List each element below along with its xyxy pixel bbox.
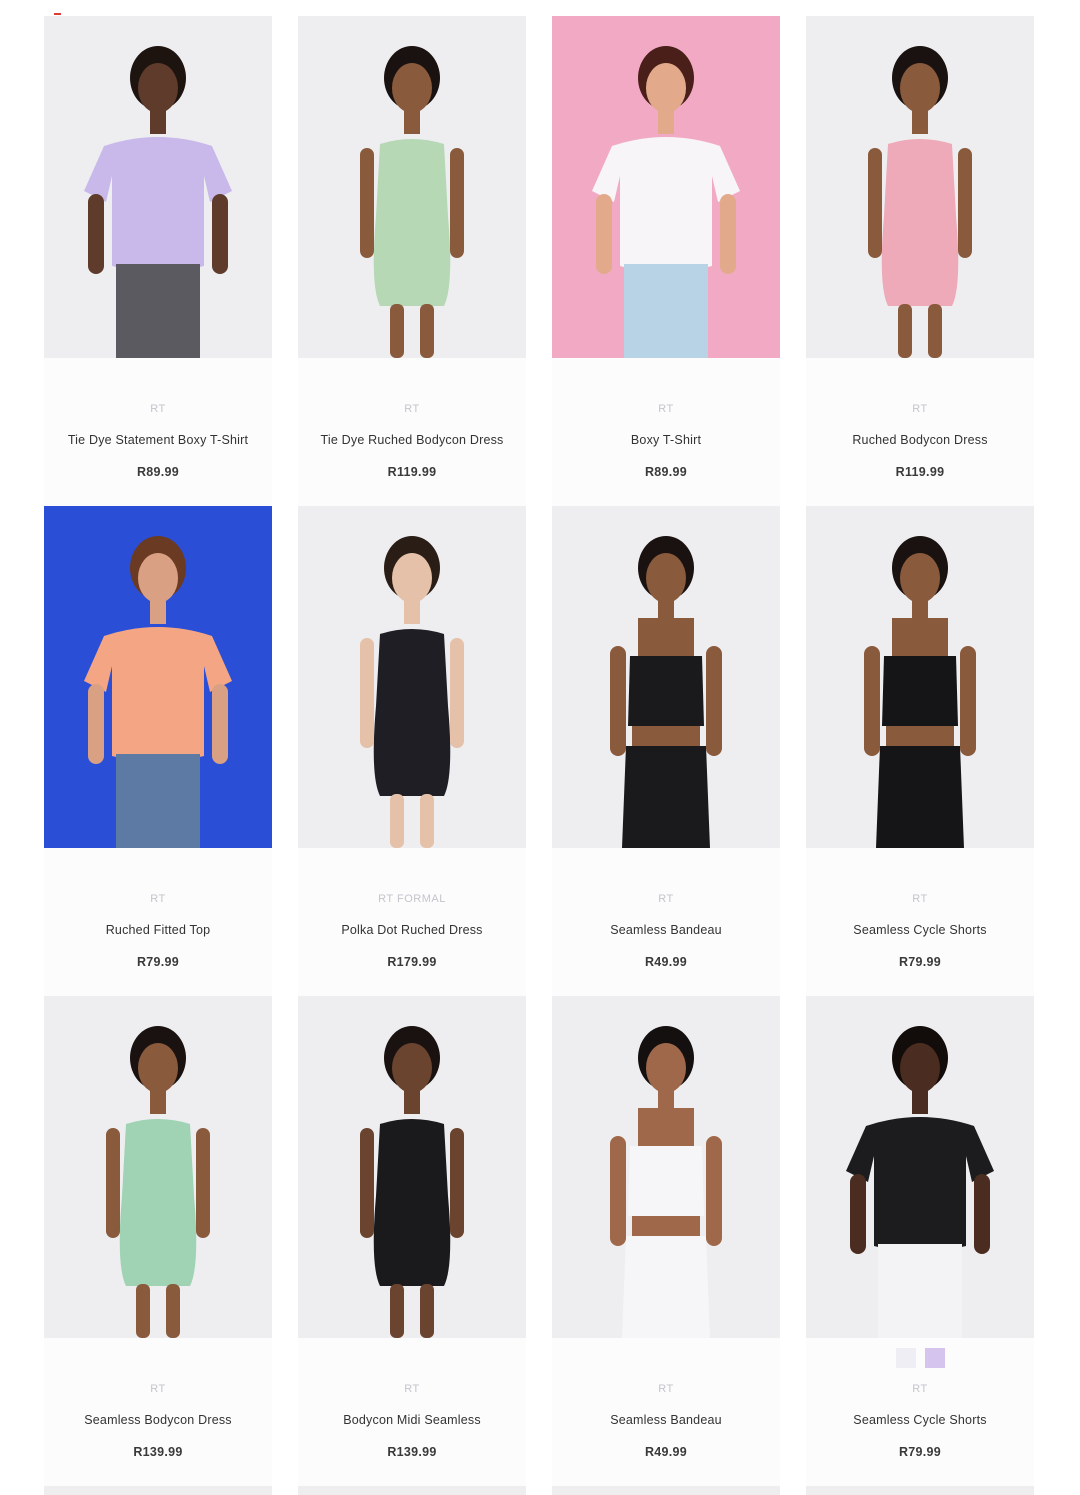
product-name[interactable]: Seamless Bandeau xyxy=(552,1413,780,1427)
product-name[interactable]: Tie Dye Statement Boxy T-Shirt xyxy=(44,433,272,447)
product-brand: RT xyxy=(150,1383,166,1395)
product-price: R119.99 xyxy=(895,465,945,479)
product-brand: RT xyxy=(912,403,928,415)
product-name[interactable]: Seamless Bandeau xyxy=(552,923,780,937)
color-swatches xyxy=(806,1348,1034,1368)
product-name[interactable]: Seamless Bodycon Dress xyxy=(44,1413,272,1427)
product-brand: RT xyxy=(658,403,674,415)
product-name[interactable]: Boxy T-Shirt xyxy=(552,433,780,447)
product-brand: RT xyxy=(150,403,166,415)
color-swatch[interactable] xyxy=(895,1348,916,1368)
product-card[interactable]: RT Seamless Cycle Shorts R79.99 xyxy=(806,506,1034,996)
product-info: RT Seamless Bandeau R49.99 xyxy=(552,1338,780,1486)
product-image[interactable] xyxy=(806,996,1034,1338)
product-image-peek xyxy=(298,1486,526,1495)
product-price: R79.99 xyxy=(898,1445,942,1459)
product-brand: RT xyxy=(658,1383,674,1395)
product-info: RT Seamless Cycle Shorts R79.99 xyxy=(806,1338,1034,1486)
product-card[interactable]: RT Seamless Bandeau R49.99 xyxy=(552,996,780,1486)
product-price: R139.99 xyxy=(133,1445,183,1459)
product-brand: RT xyxy=(658,893,674,905)
product-image-peek xyxy=(806,1486,1034,1495)
product-card[interactable]: RT Tie Dye Ruched Bodycon Dress R119.99 xyxy=(298,16,526,506)
product-card[interactable]: RT Seamless Cycle Shorts R79.99 xyxy=(806,996,1034,1486)
product-brand: RT xyxy=(912,1383,928,1395)
product-image[interactable] xyxy=(298,16,526,358)
product-image[interactable] xyxy=(806,506,1034,848)
product-image-peek xyxy=(44,1486,272,1495)
product-brand: RT xyxy=(150,893,166,905)
product-info: RT Ruched Bodycon Dress R119.99 xyxy=(806,358,1034,506)
product-name[interactable]: Ruched Bodycon Dress xyxy=(806,433,1034,447)
product-price: R119.99 xyxy=(387,465,437,479)
product-price: R89.99 xyxy=(136,465,180,479)
product-card[interactable]: RT Ruched Fitted Top R79.99 xyxy=(44,506,272,996)
product-price: R79.99 xyxy=(898,955,942,969)
product-info: RT Tie Dye Statement Boxy T-Shirt R89.99 xyxy=(44,358,272,506)
product-price: R89.99 xyxy=(644,465,688,479)
product-image[interactable] xyxy=(44,506,272,848)
product-price: R179.99 xyxy=(387,955,437,969)
product-image[interactable] xyxy=(298,506,526,848)
product-image[interactable] xyxy=(44,16,272,358)
product-card[interactable]: RT Boxy T-Shirt R89.99 xyxy=(552,16,780,506)
product-info: RT Tie Dye Ruched Bodycon Dress R119.99 xyxy=(298,358,526,506)
product-card[interactable]: RT Tie Dye Statement Boxy T-Shirt R89.99 xyxy=(44,16,272,506)
product-image-peek xyxy=(552,1486,780,1495)
product-card[interactable]: RT Seamless Bodycon Dress R139.99 xyxy=(44,996,272,1486)
product-grid: RT Tie Dye Statement Boxy T-Shirt R89.99… xyxy=(44,16,1036,1486)
product-card[interactable]: RT Ruched Bodycon Dress R119.99 xyxy=(806,16,1034,506)
next-row-peek xyxy=(44,1486,1036,1495)
product-price: R139.99 xyxy=(387,1445,437,1459)
product-brand: RT xyxy=(404,1383,420,1395)
product-price: R49.99 xyxy=(644,1445,688,1459)
product-brand: RT xyxy=(404,403,420,415)
product-info: RT Ruched Fitted Top R79.99 xyxy=(44,848,272,996)
product-name[interactable]: Seamless Cycle Shorts xyxy=(806,1413,1034,1427)
product-brand: RT FORMAL xyxy=(378,893,446,905)
product-info: RT Seamless Bodycon Dress R139.99 xyxy=(44,1338,272,1486)
product-info: RT Bodycon Midi Seamless R139.99 xyxy=(298,1338,526,1486)
product-brand: RT xyxy=(912,893,928,905)
product-info: RT Seamless Cycle Shorts R79.99 xyxy=(806,848,1034,996)
product-card[interactable]: RT Seamless Bandeau R49.99 xyxy=(552,506,780,996)
product-card[interactable]: RT Bodycon Midi Seamless R139.99 xyxy=(298,996,526,1486)
product-info: RT FORMAL Polka Dot Ruched Dress R179.99 xyxy=(298,848,526,996)
product-card[interactable]: RT FORMAL Polka Dot Ruched Dress R179.99 xyxy=(298,506,526,996)
product-price: R49.99 xyxy=(644,955,688,969)
product-price: R79.99 xyxy=(136,955,180,969)
product-name[interactable]: Ruched Fitted Top xyxy=(44,923,272,937)
product-info: RT Boxy T-Shirt R89.99 xyxy=(552,358,780,506)
product-image[interactable] xyxy=(806,16,1034,358)
product-name[interactable]: Bodycon Midi Seamless xyxy=(298,1413,526,1427)
product-image[interactable] xyxy=(552,506,780,848)
product-name[interactable]: Seamless Cycle Shorts xyxy=(806,923,1034,937)
product-info: RT Seamless Bandeau R49.99 xyxy=(552,848,780,996)
product-image[interactable] xyxy=(552,996,780,1338)
product-name[interactable]: Polka Dot Ruched Dress xyxy=(298,923,526,937)
product-image[interactable] xyxy=(44,996,272,1338)
product-image[interactable] xyxy=(298,996,526,1338)
color-swatch[interactable] xyxy=(924,1348,945,1368)
product-image[interactable] xyxy=(552,16,780,358)
product-name[interactable]: Tie Dye Ruched Bodycon Dress xyxy=(298,433,526,447)
